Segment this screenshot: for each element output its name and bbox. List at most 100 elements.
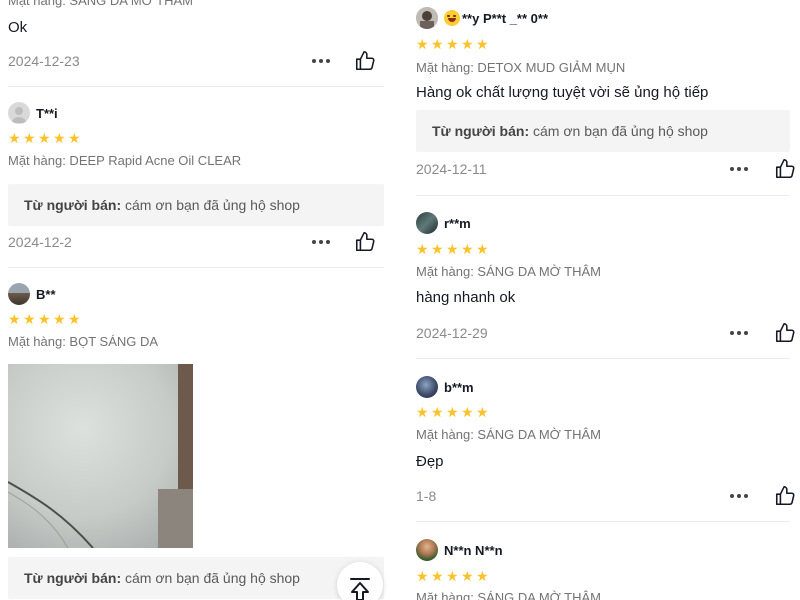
star-icon: ★ — [68, 130, 81, 146]
star-icon: ★ — [431, 36, 444, 52]
star-icon: ★ — [461, 36, 474, 52]
seller-reply: Từ người bán: cám ơn bạn đã ủng hộ shop — [8, 184, 384, 226]
review-divider — [416, 521, 790, 522]
variant-label: Mặt hàng: SÁNG DA MỜ THÂM — [8, 0, 194, 8]
thumbs-up-icon[interactable] — [774, 322, 796, 344]
seller-reply-text: cám ơn bạn đã ủng hộ shop — [533, 123, 708, 139]
star-icon: ★ — [446, 36, 459, 52]
star-rating: ★ ★ ★ ★ ★ — [416, 405, 490, 419]
star-rating: ★ ★ ★ ★ ★ — [416, 242, 490, 256]
review-date: 2024-12-23 — [8, 53, 80, 69]
reviewer: r**m — [416, 212, 471, 234]
laughing-emoji-icon — [444, 10, 460, 26]
star-icon: ★ — [431, 241, 444, 257]
more-options-icon[interactable] — [728, 488, 750, 504]
seller-reply-label: Từ người bán: — [24, 570, 122, 586]
star-icon: ★ — [431, 568, 444, 584]
thumbs-up-icon[interactable] — [774, 485, 796, 507]
star-icon: ★ — [23, 130, 36, 146]
star-icon: ★ — [53, 311, 66, 327]
star-icon: ★ — [446, 404, 459, 420]
star-icon: ★ — [23, 311, 36, 327]
thumbs-up-icon[interactable] — [354, 231, 376, 253]
seller-reply: Từ người bán: cám ơn bạn đã ủng hộ shop — [8, 557, 384, 599]
review-photo[interactable] — [8, 364, 193, 548]
star-icon: ★ — [476, 36, 489, 52]
thumbs-up-icon[interactable] — [774, 158, 796, 180]
star-icon: ★ — [476, 404, 489, 420]
star-icon: ★ — [416, 404, 429, 420]
star-rating: ★ ★ ★ ★ ★ — [416, 569, 490, 583]
variant-label: Mặt hàng: BỌT SÁNG DA — [8, 334, 159, 349]
star-icon: ★ — [446, 568, 459, 584]
reviewer-name: T**i — [36, 105, 58, 121]
star-icon: ★ — [8, 130, 21, 146]
star-icon: ★ — [476, 568, 489, 584]
star-icon: ★ — [431, 404, 444, 420]
review-date: 2024-12-2 — [8, 234, 72, 250]
star-rating: ★ ★ ★ ★ ★ — [8, 312, 82, 326]
star-rating: ★ ★ ★ ★ ★ — [416, 37, 490, 51]
star-icon: ★ — [446, 241, 459, 257]
reviewer: B** — [8, 283, 56, 305]
review-divider — [416, 358, 790, 359]
seller-reply-text: cám ơn bạn đã ủng hộ shop — [125, 570, 300, 586]
more-options-icon[interactable] — [728, 325, 750, 341]
avatar — [8, 102, 30, 124]
reviewer: T**i — [8, 102, 58, 124]
seller-reply: Từ người bán: cám ơn bạn đã ủng hộ shop — [416, 110, 790, 152]
avatar — [416, 212, 438, 234]
thumbs-up-icon[interactable] — [354, 50, 376, 72]
more-options-icon[interactable] — [310, 53, 332, 69]
star-icon: ★ — [38, 130, 51, 146]
avatar — [416, 7, 438, 29]
more-options-icon[interactable] — [310, 234, 332, 250]
review-column-left: Mặt hàng: SÁNG DA MỜ THÂM Ok 2024-12-23 … — [0, 0, 394, 600]
reviewer-name-text: **y P**t _** 0** — [462, 11, 548, 26]
star-icon: ★ — [416, 568, 429, 584]
scroll-to-top-button[interactable] — [337, 562, 383, 600]
star-rating: ★ ★ ★ ★ ★ — [8, 131, 82, 145]
variant-label: Mặt hàng: SÁNG DA MỜ THÂM — [416, 264, 602, 279]
review-date: 1-8 — [416, 488, 437, 504]
review-divider — [8, 267, 384, 268]
more-options-icon[interactable] — [728, 161, 750, 177]
reviewer: N**n N**n — [416, 539, 503, 561]
reviewer-name: **y P**t _** 0** — [444, 10, 548, 26]
avatar — [8, 283, 30, 305]
reviewer-name: N**n N**n — [444, 542, 503, 558]
star-icon: ★ — [53, 130, 66, 146]
reviewer: b**m — [416, 376, 474, 398]
star-icon: ★ — [416, 36, 429, 52]
seller-reply-label: Từ người bán: — [432, 123, 530, 139]
star-icon: ★ — [461, 241, 474, 257]
variant-label: Mặt hàng: SÁNG DA MỜ THÂM — [416, 590, 602, 600]
variant-label: Mặt hàng: SÁNG DA MỜ THÂM — [416, 427, 602, 442]
variant-label: Mặt hàng: DETOX MUD GIẢM MỤN — [416, 60, 626, 75]
reviewer-name: r**m — [444, 215, 471, 231]
reviewer-name: b**m — [444, 379, 474, 395]
avatar — [416, 376, 438, 398]
reviewer-name: B** — [36, 286, 56, 302]
star-icon: ★ — [68, 311, 81, 327]
seller-reply-text: cám ơn bạn đã ủng hộ shop — [125, 197, 300, 213]
star-icon: ★ — [461, 568, 474, 584]
star-icon: ★ — [38, 311, 51, 327]
review-divider — [416, 195, 790, 196]
variant-label: Mặt hàng: DEEP Rapid Acne Oil CLEAR — [8, 153, 242, 168]
review-text: Đẹp — [416, 453, 444, 470]
scroll-to-top-icon — [350, 578, 370, 600]
review-text: hàng nhanh ok — [416, 289, 516, 306]
column-divider — [398, 0, 406, 600]
review-date: 2024-12-29 — [416, 325, 488, 341]
star-icon: ★ — [416, 241, 429, 257]
review-divider — [8, 86, 384, 87]
review-text: Ok — [8, 19, 28, 36]
reviewer: **y P**t _** 0** — [416, 7, 548, 29]
star-icon: ★ — [8, 311, 21, 327]
seller-reply-label: Từ người bán: — [24, 197, 122, 213]
review-text: Hàng ok chất lượng tuyệt vời sẽ ủng hộ t… — [416, 84, 709, 101]
review-date: 2024-12-11 — [416, 161, 487, 177]
review-column-right: **y P**t _** 0** ★ ★ ★ ★ ★ Mặt hàng: DET… — [408, 0, 800, 600]
star-icon: ★ — [461, 404, 474, 420]
